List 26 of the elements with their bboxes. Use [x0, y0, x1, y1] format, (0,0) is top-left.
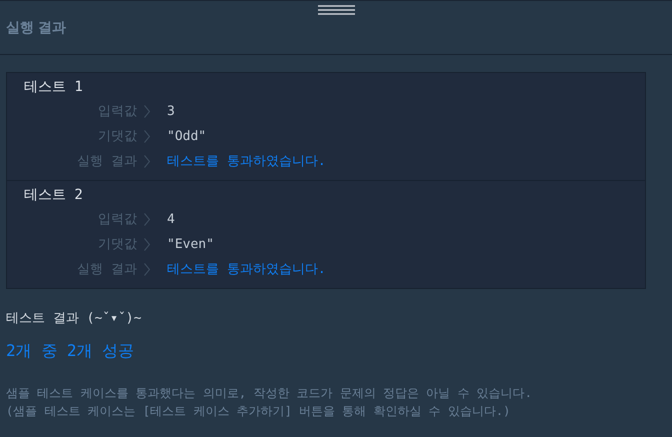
result-message: 테스트를 통과하였습니다. — [167, 260, 326, 279]
row-value: 4 — [167, 210, 175, 229]
result-heading: 테스트 결과 (~ˇ▾ˇ)~ — [6, 310, 142, 328]
row-value: 3 — [167, 102, 175, 121]
row-label: 입력값 — [97, 210, 137, 229]
row-value: "Odd" — [167, 128, 206, 146]
row-value: "Even" — [167, 236, 214, 254]
score-text: 2개 중 2개 성공 — [6, 340, 136, 362]
drag-handle-icon[interactable] — [318, 5, 354, 15]
note-text: 샘플 테스트 케이스를 통과했다는 의미로, 작성한 코드가 문제의 정답은 아닐 수 있습니다. — [6, 385, 533, 402]
note-text: (샘플 테스트 케이스는 [테스트 케이스 추가하기] 버튼을 통해 확인하실 수 있습니다.) — [6, 403, 512, 420]
panel-title: 실행 결과 — [6, 18, 66, 36]
chevron-right-icon — [144, 238, 150, 251]
row-label: 기댓값 — [97, 128, 137, 146]
row-label: 실행 결과 — [76, 152, 137, 171]
row-label: 입력값 — [97, 102, 137, 121]
row-label: 기댓값 — [97, 236, 137, 254]
chevron-right-icon — [144, 130, 150, 143]
chevron-right-icon — [144, 213, 150, 226]
chevron-right-icon — [144, 155, 150, 168]
test-title: 테스트 2 — [23, 186, 84, 204]
row-label: 실행 결과 — [76, 260, 137, 279]
test-title: 테스트 1 — [23, 78, 84, 96]
chevron-right-icon — [144, 263, 150, 276]
chevron-right-icon — [144, 105, 150, 118]
result-message: 테스트를 통과하였습니다. — [167, 152, 326, 171]
